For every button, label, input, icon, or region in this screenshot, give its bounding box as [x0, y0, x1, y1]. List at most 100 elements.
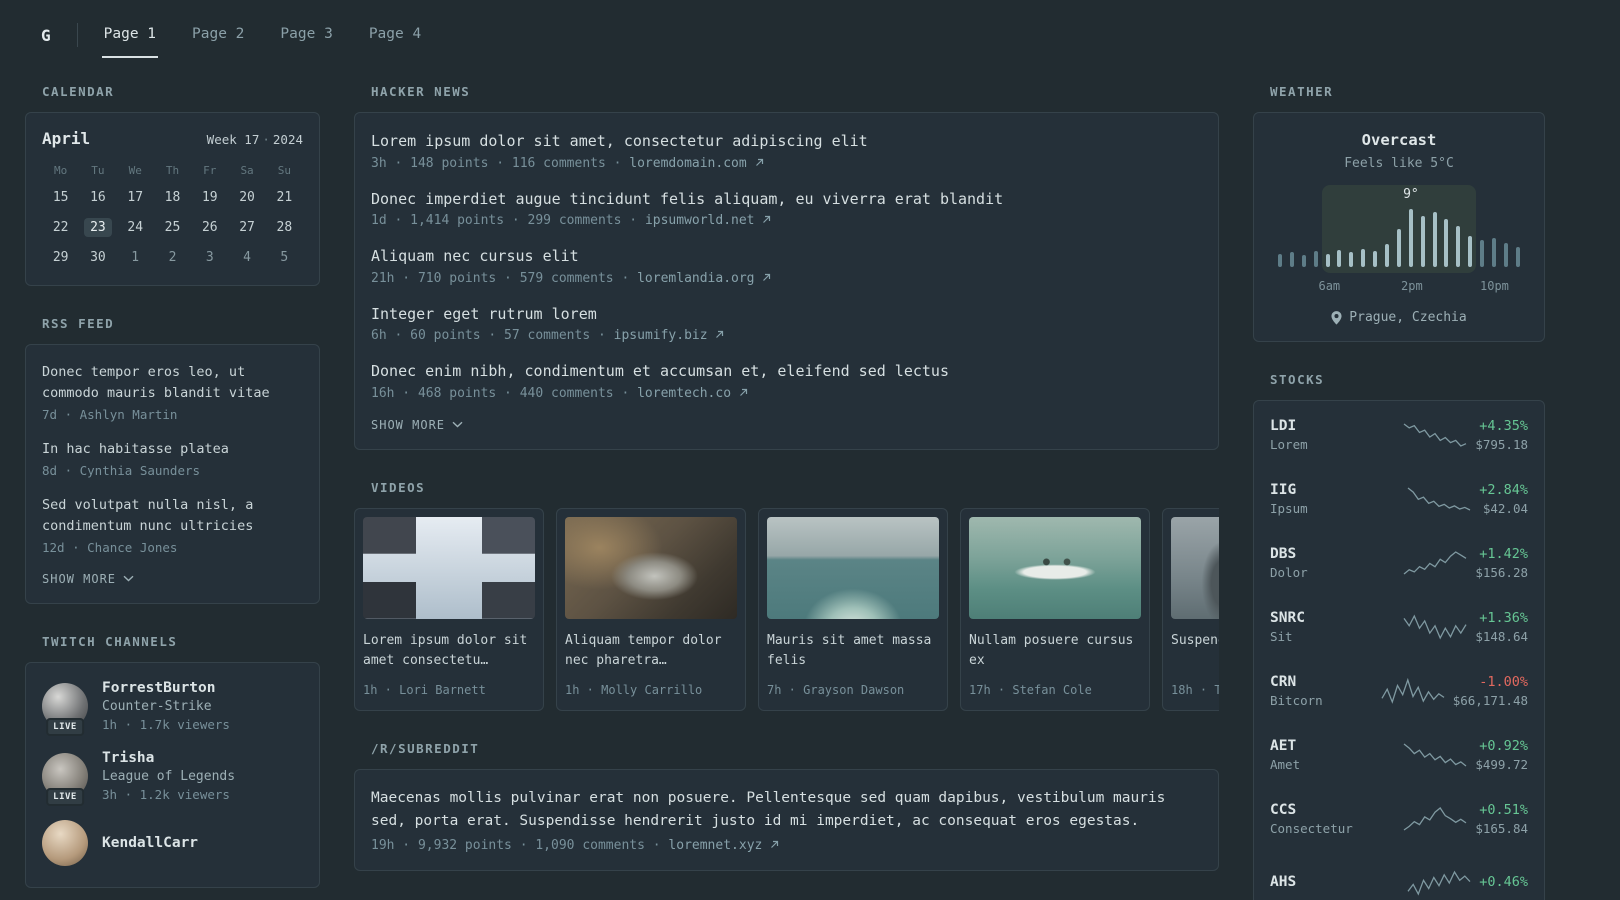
video-thumbnail[interactable]	[363, 516, 535, 619]
subreddit-widget: /R/SUBREDDIT Maecenas mollis pulvinar er…	[354, 741, 1219, 871]
video-title[interactable]: Nullam posuere cursus ex	[969, 631, 1141, 673]
stock-symbol[interactable]: CCS	[1270, 802, 1395, 818]
hackernews-item-domain[interactable]: ipsumworld.net	[645, 213, 771, 228]
video-meta: 7h · Grayson Dawson	[767, 682, 905, 697]
stock-symbol[interactable]: DBS	[1270, 546, 1395, 562]
tab-page-2[interactable]: Page 2	[190, 12, 246, 58]
calendar-month-label: April	[42, 129, 91, 148]
video-thumbnail[interactable]	[969, 516, 1141, 619]
rss-item-title[interactable]: In hac habitasse platea	[42, 439, 303, 460]
rss-item: In hac habitasse platea 8d · Cynthia Saun…	[42, 439, 303, 478]
sparkline-chart	[1403, 551, 1467, 575]
subreddit-post-title[interactable]: Maecenas mollis pulvinar erat non posuer…	[371, 787, 1202, 833]
hackernews-item-domain[interactable]: loremtech.co	[637, 386, 748, 401]
stock-symbol[interactable]: LDI	[1270, 418, 1395, 434]
external-link-icon	[771, 840, 779, 848]
hackernews-item-meta: 6h · 60 points · 57 comments · ipsumify.…	[371, 328, 1202, 343]
video-thumbnail[interactable]	[1171, 516, 1219, 619]
stock-info: AHS	[1270, 874, 1399, 893]
tab-page-3[interactable]: Page 3	[278, 12, 334, 58]
sparkline-chart	[1407, 870, 1471, 896]
calendar-day-of-week: Tu	[91, 164, 105, 177]
video-title[interactable]: Mauris sit amet massa felis	[767, 631, 939, 673]
video-title[interactable]: Aliquam tempor dolor nec pharetra…	[565, 631, 737, 673]
stock-symbol[interactable]: AET	[1270, 738, 1395, 754]
calendar-day: 16	[90, 190, 106, 205]
twitch-channel-name[interactable]: Trisha	[102, 750, 235, 766]
stock-row[interactable]: LDI Lorem +4.35% $795.18	[1254, 403, 1544, 467]
video-card[interactable]: Mauris sit amet massa felis 7h · Grayson …	[758, 507, 948, 711]
stock-change: +1.42%	[1479, 546, 1528, 562]
calendar-day: 21	[276, 190, 293, 205]
weather-location[interactable]: Prague, Czechia	[1270, 310, 1528, 325]
video-card[interactable]: Nullam posuere cursus ex 17h · Stefan Col…	[960, 507, 1150, 711]
rss-item-title[interactable]: Donec tempor eros leo, ut commodo mauris…	[42, 362, 303, 404]
stock-symbol[interactable]: AHS	[1270, 874, 1399, 890]
tab-page-4[interactable]: Page 4	[367, 12, 423, 58]
calendar-day-selected: 23	[83, 218, 112, 237]
stock-row[interactable]: AET Amet +0.92% $499.72	[1254, 723, 1544, 787]
hackernews-item-domain[interactable]: loremdomain.com	[629, 156, 763, 171]
video-card[interactable]: Lorem ipsum dolor sit amet consectetu… 1h…	[354, 507, 544, 711]
twitch-channel[interactable]: LIVE Trisha League of Legends 3h · 1.2k vie…	[42, 750, 303, 806]
hackernews-item-title[interactable]: Donec imperdiet augue tincidunt felis al…	[371, 188, 1202, 211]
external-link-icon	[755, 158, 763, 166]
stock-change: +0.51%	[1479, 802, 1528, 818]
tab-page-1[interactable]: Page 1	[101, 12, 159, 58]
hackernews-item-domain[interactable]: loremlandia.org	[637, 271, 771, 286]
stock-values: -1.00% $66,171.48	[1453, 674, 1528, 708]
subreddit-post-domain[interactable]: loremnet.xyz	[668, 838, 779, 853]
rss-item-meta: 8d · Cynthia Saunders	[42, 462, 201, 478]
video-card[interactable]: Aliquam tempor dolor nec pharetra… 1h · M…	[556, 507, 746, 711]
hackernews-item-domain[interactable]: ipsumify.biz	[614, 328, 725, 343]
rss-item-title[interactable]: Sed volutpat nulla nisl, a condimentum n…	[42, 495, 303, 537]
hackernews-item-title[interactable]: Aliquam nec cursus elit	[371, 245, 1202, 268]
video-meta: 17h · Stefan Cole	[969, 682, 1092, 697]
twitch-channel-name[interactable]: ForrestBurton	[102, 680, 230, 696]
video-card[interactable]: Suspendisse diam 18h · Tara	[1162, 507, 1219, 711]
weather-time-10pm: 10pm	[1480, 279, 1509, 293]
hackernews-show-more-label: SHOW MORE	[371, 417, 446, 432]
stock-row[interactable]: AHS +0.46%	[1254, 851, 1544, 900]
hackernews-item-title[interactable]: Integer eget rutrum lorem	[371, 303, 1202, 326]
video-title[interactable]: Suspendisse diam	[1171, 631, 1219, 673]
stock-sparkline	[1407, 869, 1471, 897]
app-logo[interactable]: G	[25, 12, 77, 58]
stock-row[interactable]: IIG Ipsum +2.84% $42.04	[1254, 467, 1544, 531]
glance-dashboard: G Page 1 Page 2 Page 3 Page 4 CALENDAR A…	[0, 0, 1620, 900]
weather-bar	[1349, 251, 1354, 267]
stock-price: $148.64	[1475, 629, 1528, 644]
stock-row[interactable]: SNRC Sit +1.36% $148.64	[1254, 595, 1544, 659]
stock-row[interactable]: DBS Dolor +1.42% $156.28	[1254, 531, 1544, 595]
twitch-channel-name[interactable]: KendallCarr	[102, 835, 198, 851]
stock-change: +4.35%	[1479, 418, 1528, 434]
weather-bar	[1325, 253, 1330, 267]
hackernews-item-title[interactable]: Lorem ipsum dolor sit amet, consectetur …	[371, 130, 1202, 153]
stocks-card: LDI Lorem +4.35% $795.18 IIG Ipsum +2.84% $42.0…	[1253, 400, 1545, 900]
stock-change: -1.00%	[1479, 674, 1528, 690]
stock-symbol[interactable]: IIG	[1270, 482, 1399, 498]
stock-values: +1.42% $156.28	[1475, 546, 1528, 580]
video-thumbnail[interactable]	[767, 516, 939, 619]
hackernews-show-more-button[interactable]: SHOW MORE	[371, 418, 1202, 432]
video-thumbnail[interactable]	[565, 516, 737, 619]
hackernews-item-stats: 16h · 468 points · 440 comments ·	[371, 385, 630, 401]
stock-price: $42.04	[1482, 501, 1528, 516]
stock-info: CRN Bitcorn	[1270, 674, 1373, 708]
weather-bar	[1468, 235, 1473, 267]
subreddit-post-meta: 19h · 9,932 points · 1,090 comments · lo…	[371, 838, 1202, 853]
stock-row[interactable]: CRN Bitcorn -1.00% $66,171.48	[1254, 659, 1544, 723]
video-title[interactable]: Lorem ipsum dolor sit amet consectetu…	[363, 631, 535, 673]
twitch-channel[interactable]: KendallCarr	[42, 819, 303, 866]
stock-symbol[interactable]: SNRC	[1270, 610, 1395, 626]
rss-card: Donec tempor eros leo, ut commodo mauris…	[25, 344, 320, 604]
rss-show-more-button[interactable]: SHOW MORE	[42, 572, 303, 586]
stock-symbol[interactable]: CRN	[1270, 674, 1373, 690]
hackernews-item: Aliquam nec cursus elit 21h · 710 points …	[371, 245, 1202, 286]
stock-row[interactable]: CCS Consectetur +0.51% $165.84	[1254, 787, 1544, 851]
hackernews-item-stats: 1d · 1,414 points · 299 comments ·	[371, 213, 638, 228]
twitch-channel[interactable]: LIVE ForrestBurton Counter-Strike 1h · 1.7k…	[42, 680, 303, 736]
hackernews-item-title[interactable]: Donec enim nibh, condimentum et accumsan…	[371, 360, 1202, 383]
video-meta: 1h · Molly Carrillo	[565, 682, 703, 697]
calendar-day: 26	[201, 220, 218, 235]
